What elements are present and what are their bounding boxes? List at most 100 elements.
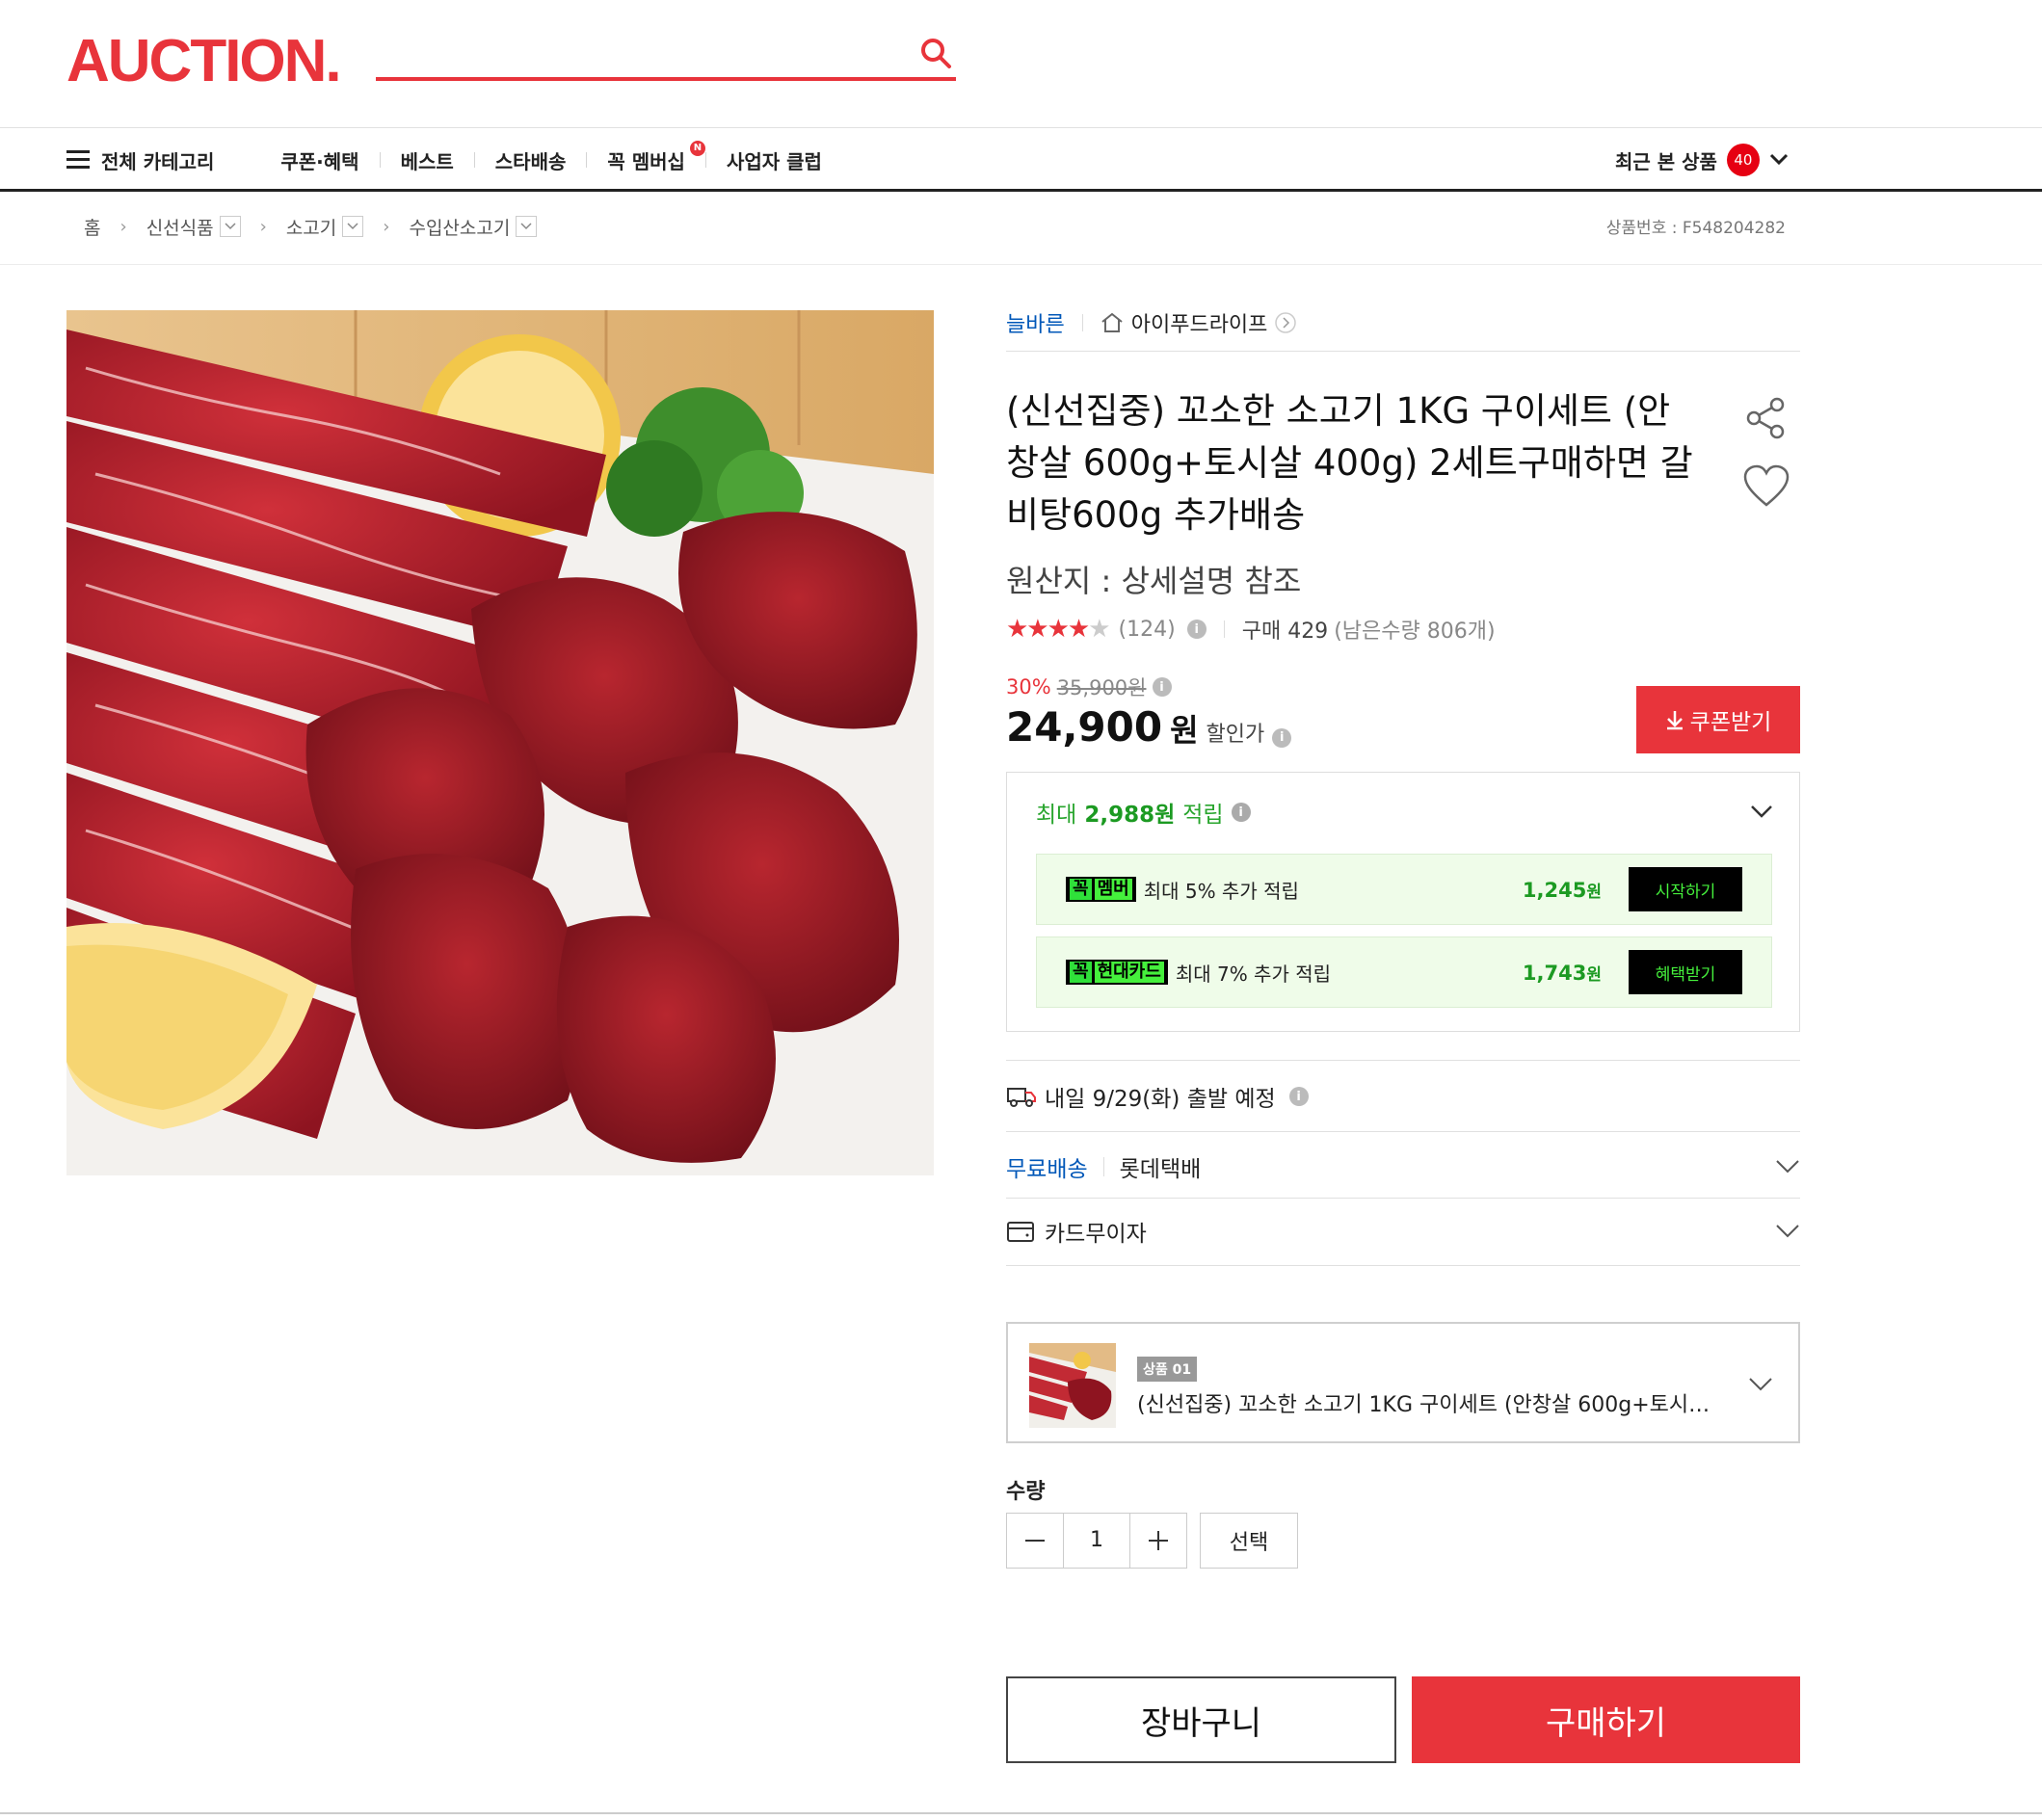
section-divider [1006,1131,1800,1132]
card-installment-row[interactable]: 카드무이자 [1006,1212,1800,1251]
shop-link[interactable]: 아이푸드라이프 [1101,307,1297,338]
breadcrumb-level-3-label: 수입산소고기 [409,217,511,239]
option-number-tag: 상품 01 [1137,1357,1198,1382]
departure-info: 내일 9/29(화) 출발 예정 i [1006,1077,1800,1116]
chevron-down-icon[interactable] [1749,802,1774,821]
breadcrumb-level-1-label: 신선식품 [146,217,214,239]
hamburger-icon [66,150,90,169]
home-icon [1101,312,1123,332]
quantity-increase-button[interactable] [1130,1514,1186,1568]
sale-price: 24,900 [1006,703,1163,751]
benefit-row: 꼭 멤버 최대 5% 추가 적립 1,245원 시작하기 [1036,854,1772,925]
nav-membership-label: 꼭 멤버십 [607,149,685,173]
minus-icon [1025,1540,1045,1542]
info-icon[interactable]: i [1272,727,1292,748]
recent-viewed-button[interactable]: 최근 본 상품 40 [1615,141,1789,179]
brand-divider [1006,351,1800,352]
heart-icon[interactable] [1742,464,1790,509]
chevron-down-icon[interactable] [1775,1158,1800,1175]
breadcrumb-level-2[interactable]: 소고기 [285,214,364,240]
brand-link[interactable]: 늘바른 [1006,307,1065,338]
stars-filled: ★★★★ [1006,615,1090,644]
search-bar [376,31,956,81]
chevron-down-icon [1769,153,1788,166]
nav-star-delivery[interactable]: 스타배송 [475,146,587,174]
review-count[interactable]: (124) [1119,618,1176,642]
quantity-label: 수량 [1006,1480,1046,1504]
footer-divider [0,1812,2042,1814]
new-badge: N [689,140,705,156]
cart-button[interactable]: 장바구니 [1006,1676,1396,1763]
tag-name: 멤버 [1094,879,1132,900]
auction-logo[interactable]: AUCTION. [66,28,361,94]
purchase-count: 구매 429 [1241,620,1329,644]
info-icon[interactable]: i [1152,677,1172,697]
benefit-row: 꼭 현대카드 최대 7% 추가 적립 1,743원 혜택받기 [1036,936,1772,1008]
tag-name: 현대카드 [1094,962,1164,983]
product-number: 상품번호 : F548204282 [1605,219,1786,238]
benefit-amount: 1,743원 [1523,961,1602,985]
section-divider [1006,1060,1800,1061]
shop-name: 아이푸드라이프 [1130,313,1268,337]
card-installment-label: 카드무이자 [1045,1222,1147,1247]
gnb-divider [0,189,2042,192]
breadcrumb-home[interactable]: 홈 [84,214,100,240]
option-select[interactable]: 상품 01 (신선집중) 꼬소한 소고기 1KG 구이세트 (안창살 600g+… [1006,1322,1800,1443]
original-price: 35,900원 [1056,676,1147,699]
price-unit: 원 [1170,712,1199,749]
chevron-down-icon [1749,1378,1772,1391]
header-divider [0,127,2042,128]
nav-coupon-benefit[interactable]: 쿠폰·혜택 [260,146,379,174]
nav-business-club[interactable]: 사업자 클럽 [706,146,842,174]
dropdown-icon [219,216,241,237]
breadcrumb: 홈 › 신선식품 › 소고기 › 수입산소고기 [84,211,538,242]
star-rating-icon: ★★★★★ [1006,615,1111,644]
points-panel: 최대 2,988원 적립 i 꼭 멤버 최대 5% 추가 적립 1,245원 시작… [1006,772,1800,1032]
all-category-button[interactable]: 전체 카테고리 [66,146,214,174]
buy-button[interactable]: 구매하기 [1412,1676,1800,1763]
chevron-right-icon [1275,312,1297,333]
search-icon[interactable] [917,35,956,73]
product-main-image[interactable] [66,310,934,1175]
quantity-value[interactable]: 1 [1063,1514,1130,1568]
select-button[interactable]: 선택 [1200,1513,1298,1569]
membership-tag: 꼭 멤버 [1066,877,1136,902]
tag-prefix: 꼭 [1070,879,1092,900]
shipping-separator [1102,1157,1104,1176]
breadcrumb-level-2-label: 소고기 [285,217,337,239]
price-label: 할인가 [1206,723,1265,747]
breadcrumb-arrow-icon: › [119,216,127,237]
chevron-down-icon[interactable] [1775,1223,1800,1240]
section-divider [1006,1198,1800,1199]
option-thumbnail [1029,1343,1116,1428]
card-icon [1007,1222,1034,1242]
nav-best[interactable]: 베스트 [381,146,474,174]
remaining-stock: (남은수량 806개) [1334,620,1496,644]
breadcrumb-divider [0,264,2042,265]
info-icon[interactable]: i [1186,620,1207,639]
get-benefit-button[interactable]: 혜택받기 [1629,950,1742,994]
benefit-amount: 1,245원 [1523,878,1602,902]
quantity-decrease-button[interactable] [1007,1514,1063,1568]
breadcrumb-level-1[interactable]: 신선식품 [146,214,241,240]
coupon-download-button[interactable]: 쿠폰받기 [1636,686,1800,753]
benefit-text: 최대 5% 추가 적립 [1143,879,1299,903]
download-icon [1666,711,1683,730]
points-suffix: 적립 [1182,803,1224,828]
brand-separator [1081,314,1083,331]
start-membership-button[interactable]: 시작하기 [1629,867,1742,911]
info-icon[interactable]: i [1288,1087,1309,1106]
breadcrumb-arrow-icon: › [259,216,267,237]
share-icon[interactable] [1742,395,1789,441]
coupon-button-label: 쿠폰받기 [1689,710,1772,735]
section-divider [1006,1265,1800,1266]
search-input[interactable] [376,31,896,77]
breadcrumb-level-3[interactable]: 수입산소고기 [409,214,538,240]
shipping-method-row[interactable]: 무료배송 롯데택배 [1006,1147,1800,1186]
benefit-amount-unit: 원 [1586,964,1602,985]
info-icon[interactable]: i [1231,803,1251,822]
option-name: (신선집중) 꼬소한 소고기 1KG 구이세트 (안창살 600g+토시살 ..… [1137,1393,1715,1417]
nav-membership[interactable]: 꼭 멤버십 N [587,140,705,174]
tag-prefix: 꼭 [1070,962,1092,983]
truck-icon [1007,1088,1036,1107]
